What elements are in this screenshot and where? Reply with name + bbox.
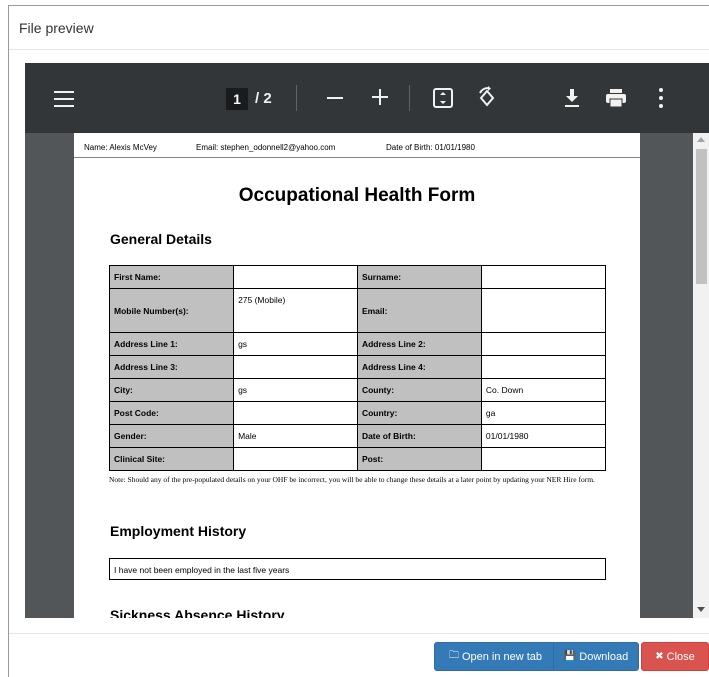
field-label: County: <box>356 378 482 402</box>
field-value <box>480 447 607 471</box>
more-options-icon[interactable] <box>659 88 663 108</box>
field-label: Date of Birth: <box>356 424 482 448</box>
print-icon[interactable] <box>605 88 627 108</box>
field-label: Mobile Number(s): <box>108 288 235 333</box>
download-icon[interactable] <box>563 87 581 109</box>
field-value <box>480 332 607 356</box>
page-number-input[interactable]: 1 <box>226 88 248 110</box>
floppy-disk-icon: 💾 <box>563 651 577 662</box>
field-label: Address Line 1: <box>108 332 235 356</box>
field-label: Clinical Site: <box>108 447 235 471</box>
doc-header-divider <box>74 157 640 158</box>
fit-page-icon[interactable] <box>433 88 453 108</box>
table-row: First Name: Surname: <box>108 265 607 289</box>
field-label: First Name: <box>108 265 235 289</box>
zoom-in-icon[interactable] <box>372 89 388 105</box>
footer-divider <box>9 633 709 634</box>
download-label: Download <box>579 650 629 663</box>
table-row: Address Line 1: gs Address Line 2: <box>108 332 607 356</box>
toolbar-separator <box>296 85 297 111</box>
field-label: Gender: <box>108 424 235 448</box>
field-value: 275 (Mobile) <box>233 288 358 333</box>
field-value: Male <box>233 424 358 448</box>
close-label: Close <box>666 650 695 663</box>
pdf-viewer: 1 / 2 Name: Alexis McVey Email: stephen_… <box>25 63 709 618</box>
header-divider <box>9 49 709 50</box>
menu-icon[interactable] <box>54 91 74 107</box>
general-details-table: First Name: Surname: Mobile Number(s): 2… <box>108 265 607 471</box>
table-row: City: gs County: Co. Down <box>108 378 607 402</box>
rotate-icon[interactable] <box>476 86 498 110</box>
table-row: Post Code: Country: ga <box>108 401 607 425</box>
field-value: 01/01/1980 <box>480 424 607 448</box>
field-label: Address Line 2: <box>356 332 482 356</box>
field-label: Address Line 3: <box>108 355 235 379</box>
doc-title: Occupational Health Form <box>238 185 476 206</box>
field-label: Email: <box>356 288 482 333</box>
field-label: Surname: <box>356 265 482 289</box>
field-label: Post: <box>356 447 482 471</box>
table-row: Gender: Male Date of Birth: 01/01/1980 <box>108 424 607 448</box>
zoom-out-icon[interactable] <box>327 97 343 99</box>
field-value <box>233 447 358 471</box>
field-label: City: <box>108 378 235 402</box>
field-value: Co. Down <box>480 378 607 402</box>
table-row: Clinical Site: Post: <box>108 447 607 471</box>
table-row: Mobile Number(s): 275 (Mobile) Email: <box>108 288 607 333</box>
details-note: Note: Should any of the pre-populated de… <box>109 475 595 484</box>
pdf-page: Name: Alexis McVey Email: stephen_odonne… <box>74 133 640 618</box>
field-value: ga <box>480 401 607 425</box>
field-value <box>480 288 607 333</box>
file-preview-modal: File preview 1 / 2 Name: Alexis McVey Em… <box>8 5 709 677</box>
field-value <box>233 265 358 289</box>
scroll-down-icon[interactable] <box>697 607 705 612</box>
open-in-new-tab-label: Open in new tab <box>461 650 543 663</box>
folder-icon: 🗀 <box>448 650 459 661</box>
close-icon: ✖ <box>655 651 664 662</box>
pdf-toolbar: 1 / 2 <box>25 63 709 133</box>
scrollbar-thumb[interactable] <box>696 149 707 284</box>
download-button[interactable]: 💾 Download <box>553 642 639 671</box>
modal-title: File preview <box>19 20 94 36</box>
field-value <box>480 265 607 289</box>
table-row: Address Line 3: Address Line 4: <box>108 355 607 379</box>
field-value: gs <box>233 378 358 402</box>
field-label: Country: <box>356 401 482 425</box>
doc-header-dob: Date of Birth: 01/01/1980 <box>386 143 475 152</box>
doc-header-email: Email: stephen_odonnell2@yahoo.com <box>196 143 336 152</box>
employment-history-box: I have not been employed in the last fiv… <box>109 558 606 580</box>
field-value: gs <box>233 332 358 356</box>
field-value <box>480 355 607 379</box>
page-total: / 2 <box>255 90 272 107</box>
field-value <box>233 401 358 425</box>
field-label: Post Code: <box>108 401 235 425</box>
employment-history-heading: Employment History <box>110 523 247 539</box>
toolbar-separator <box>409 85 410 111</box>
next-section-heading: Sickness Absence History <box>110 607 285 618</box>
doc-header-name: Name: Alexis McVey <box>84 143 157 152</box>
general-details-heading: General Details <box>110 231 212 247</box>
field-label: Address Line 4: <box>356 355 482 379</box>
scrollbar[interactable] <box>693 133 709 618</box>
close-button[interactable]: ✖ Close <box>641 642 709 671</box>
scroll-up-icon[interactable] <box>697 137 705 142</box>
open-in-new-tab-button[interactable]: 🗀 Open in new tab <box>434 642 557 671</box>
field-value <box>233 355 358 379</box>
